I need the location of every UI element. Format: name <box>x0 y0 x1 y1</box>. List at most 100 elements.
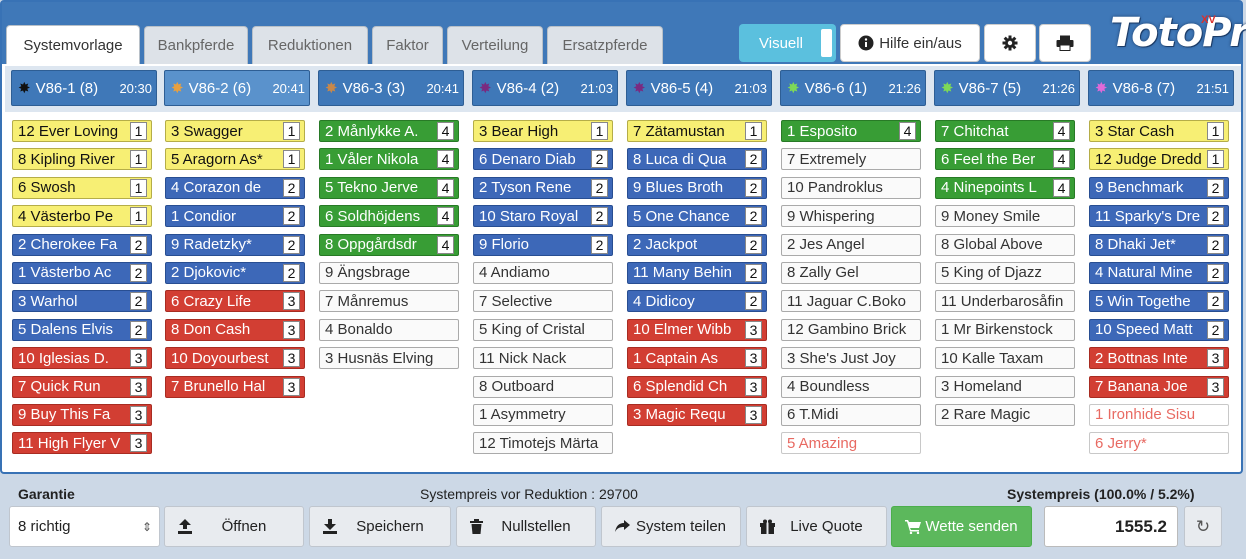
horse-item[interactable]: 3 Star Cash 1 <box>1089 120 1229 142</box>
horse-item[interactable]: 5 King of Cristal <box>473 318 613 341</box>
horse-item[interactable]: 5 Aragorn As* 1 <box>165 148 305 171</box>
horse-item[interactable]: 10 Iglesias D. 3 <box>12 347 152 370</box>
horse-item[interactable]: 5 King of Djazz <box>935 261 1075 284</box>
horse-item[interactable]: 4 Bonaldo <box>319 318 459 341</box>
horse-item[interactable]: 1 Mr Birkenstock <box>935 318 1075 341</box>
visuell-toggle[interactable]: Visuell <box>739 24 836 62</box>
horse-item[interactable]: 8 Luca di Qua 2 <box>627 148 767 171</box>
horse-item[interactable]: 6 T.Midi <box>781 403 921 426</box>
horse-item[interactable]: 10 Doyourbest 3 <box>165 347 305 370</box>
horse-item[interactable]: 4 Västerbo Pe 1 <box>12 205 152 228</box>
horse-item[interactable]: 2 Månlykke A. 4 <box>319 120 459 142</box>
horse-item[interactable]: 11 Underbarosåfin <box>935 290 1075 313</box>
horse-item[interactable]: 7 Banana Joe 3 <box>1089 375 1229 398</box>
horse-item[interactable]: 11 Many Behin 2 <box>627 261 767 284</box>
horse-item[interactable]: 11 Sparky's Dre 2 <box>1089 205 1229 228</box>
horse-item[interactable]: 9 Blues Broth 2 <box>627 176 767 199</box>
horse-item[interactable]: 11 Nick Nack <box>473 347 613 370</box>
horse-item[interactable]: 2 Rare Magic <box>935 403 1075 426</box>
horse-item[interactable]: 7 Brunello Hal 3 <box>165 375 305 398</box>
horse-item[interactable]: 11 Jaguar C.Boko <box>781 290 921 313</box>
horse-item[interactable]: 7 Månremus <box>319 290 459 313</box>
horse-item[interactable]: 10 Speed Matt 2 <box>1089 318 1229 341</box>
race-tab-4[interactable]: ✸ V86-4 (2) 21:03 <box>472 70 618 106</box>
horse-item[interactable]: 4 Ninepoints L4 <box>935 176 1075 199</box>
horse-item[interactable]: 4 Andiamo <box>473 261 613 284</box>
print-button[interactable] <box>1039 24 1091 62</box>
horse-item[interactable]: 2 Bottnas Inte 3 <box>1089 347 1229 370</box>
horse-item[interactable]: 3 Warhol 2 <box>12 290 152 313</box>
horse-item[interactable]: 5 Amazing <box>781 432 921 455</box>
horse-item[interactable]: 2 Jes Angel <box>781 233 921 256</box>
horse-item[interactable]: 7 Quick Run 3 <box>12 375 152 398</box>
horse-item[interactable]: 10 Staro Royal 2 <box>473 205 613 228</box>
tab-ersatzpferde[interactable]: Ersatzpferde <box>547 26 663 64</box>
horse-item[interactable]: 5 Tekno Jerve 4 <box>319 176 459 199</box>
horse-item[interactable]: 4 Corazon de 2 <box>165 176 305 199</box>
horse-item[interactable]: 9 Buy This Fa 3 <box>12 403 152 426</box>
horse-item[interactable]: 1 Västerbo Ac 2 <box>12 261 152 284</box>
horse-item[interactable]: 10 Kalle Taxam <box>935 347 1075 370</box>
tab-bankpferde[interactable]: Bankpferde <box>144 26 248 64</box>
race-tab-5[interactable]: ✸ V86-5 (4) 21:03 <box>626 70 772 106</box>
horse-item[interactable]: 9 Benchmark 2 <box>1089 176 1229 199</box>
horse-item[interactable]: 10 Pandroklus <box>781 176 921 199</box>
horse-item[interactable]: 4 Boundless <box>781 375 921 398</box>
horse-item[interactable]: 7 Chitchat 4 <box>935 120 1075 142</box>
tab-verteilung[interactable]: Verteilung <box>447 26 543 64</box>
refresh-button[interactable]: ↻ <box>1184 506 1222 547</box>
horse-item[interactable]: 1 Asymmetry <box>473 403 613 426</box>
horse-item[interactable]: 12 Judge Dredd 1 <box>1089 148 1229 171</box>
garantie-select[interactable]: 8 richtig ⇕ <box>9 506 160 547</box>
horse-item[interactable]: 7 Zätamustan 1 <box>627 120 767 142</box>
tab-systemvorlage[interactable]: Systemvorlage <box>6 25 140 64</box>
horse-item[interactable]: 5 One Chance 2 <box>627 205 767 228</box>
reset-button[interactable]: Nullstellen <box>456 506 596 547</box>
horse-item[interactable]: 12 Gambino Brick <box>781 318 921 341</box>
share-system-button[interactable]: System teilen <box>601 506 741 547</box>
horse-item[interactable]: 3 Bear High 1 <box>473 120 613 142</box>
horse-item[interactable]: 9 Florio 2 <box>473 233 613 256</box>
horse-item[interactable]: 7 Extremely <box>781 148 921 171</box>
horse-item[interactable]: 3 Husnäs Elving <box>319 347 459 370</box>
horse-item[interactable]: 9 Money Smile <box>935 205 1075 228</box>
race-tab-8[interactable]: ✸ V86-8 (7) 21:51 <box>1088 70 1234 106</box>
horse-item[interactable]: 8 Kipling River 1 <box>12 148 152 171</box>
horse-item[interactable]: 12 Timotejs Märta <box>473 432 613 455</box>
tab-faktor[interactable]: Faktor <box>372 26 443 64</box>
horse-item[interactable]: 8 Dhaki Jet* 2 <box>1089 233 1229 256</box>
live-quote-button[interactable]: Live Quote <box>746 506 887 547</box>
horse-item[interactable]: 6 Splendid Ch 3 <box>627 375 767 398</box>
race-tab-2[interactable]: ✸ V86-2 (6) 20:41 <box>164 70 310 106</box>
horse-item[interactable]: 8 Zally Gel <box>781 261 921 284</box>
horse-item[interactable]: 8 Global Above <box>935 233 1075 256</box>
horse-item[interactable]: 2 Tyson Rene 2 <box>473 176 613 199</box>
horse-item[interactable]: 6 Crazy Life 3 <box>165 290 305 313</box>
horse-item[interactable]: 6 Denaro Diab 2 <box>473 148 613 171</box>
race-tab-1[interactable]: ✸ V86-1 (8) 20:30 <box>11 70 157 106</box>
open-button[interactable]: Öffnen <box>164 506 304 547</box>
horse-item[interactable]: 4 Didicoy 2 <box>627 290 767 313</box>
horse-item[interactable]: 2 Djokovic* 2 <box>165 261 305 284</box>
horse-item[interactable]: 11 High Flyer V3 <box>12 432 152 455</box>
help-toggle-button[interactable]: Hilfe ein/aus <box>840 24 980 62</box>
horse-item[interactable]: 3 She's Just Joy <box>781 347 921 370</box>
tab-reduktionen[interactable]: Reduktionen <box>252 26 368 64</box>
send-bet-button[interactable]: Wette senden <box>891 506 1032 547</box>
horse-item[interactable]: 8 Don Cash 3 <box>165 318 305 341</box>
horse-item[interactable]: 3 Swagger 1 <box>165 120 305 142</box>
horse-item[interactable]: 1 Esposito 4 <box>781 120 921 142</box>
race-tab-6[interactable]: ✸ V86-6 (1) 21:26 <box>780 70 926 106</box>
horse-item[interactable]: 5 Win Togethe 2 <box>1089 290 1229 313</box>
horse-item[interactable]: 6 Soldhöjdens 4 <box>319 205 459 228</box>
horse-item[interactable]: 9 Radetzky* 2 <box>165 233 305 256</box>
horse-item[interactable]: 9 Ängsbrage <box>319 261 459 284</box>
horse-item[interactable]: 10 Elmer Wibb 3 <box>627 318 767 341</box>
horse-item[interactable]: 2 Jackpot 2 <box>627 233 767 256</box>
horse-item[interactable]: 1 Våler Nikola 4 <box>319 148 459 171</box>
horse-item[interactable]: 5 Dalens Elvis 2 <box>12 318 152 341</box>
horse-item[interactable]: 3 Magic Requ 3 <box>627 403 767 426</box>
settings-button[interactable] <box>984 24 1036 62</box>
horse-item[interactable]: 8 Oppgårdsdr 4 <box>319 233 459 256</box>
horse-item[interactable]: 12 Ever Loving 1 <box>12 120 152 142</box>
